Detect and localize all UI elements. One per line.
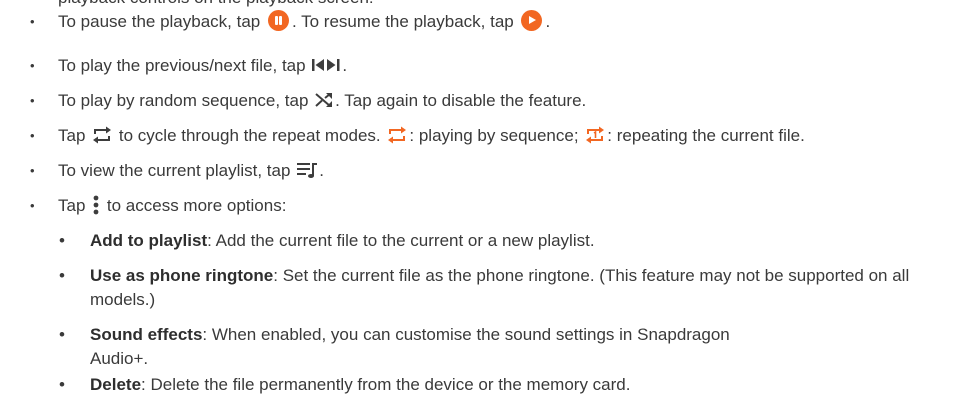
repeat-icon (93, 126, 112, 144)
repeat-icon (388, 126, 407, 144)
bullet: • (30, 58, 35, 73)
item-text: To play by random sequence, tap (58, 91, 309, 110)
play-icon (521, 10, 543, 32)
previous-next-icon (312, 58, 340, 71)
bullet: • (30, 198, 35, 213)
item-text: To play the previous/next file, tap (58, 56, 306, 75)
item-text: . (342, 56, 348, 75)
item-text: . (545, 12, 551, 31)
item-text: . (319, 161, 324, 180)
bullet: • (59, 266, 65, 285)
item-text: to cycle through the repeat modes. (118, 126, 381, 145)
bullet: • (59, 375, 65, 394)
item-text: . Tap again to disable the feature. (335, 91, 587, 110)
more-options-icon (93, 195, 99, 214)
bullet: • (59, 231, 65, 250)
item-text: : repeating the current file. (607, 126, 805, 145)
item-text: To pause the playback, tap (58, 12, 261, 31)
option-term: Delete (90, 375, 142, 394)
item-text: Tap (58, 196, 86, 215)
option-term: Add to playlist (90, 231, 208, 250)
bullet: • (59, 325, 65, 344)
option-term: Sound effects (90, 325, 203, 344)
shuffle-icon (315, 92, 333, 107)
item-text: . To resume the playback, tap (291, 12, 514, 31)
option-desc: : Add the current file to the current or… (207, 231, 595, 250)
repeat-one-icon (586, 126, 605, 144)
bullet: • (30, 128, 35, 143)
cutoff-text: playback controls on the playback screen… (58, 0, 374, 8)
bullet: • (30, 14, 35, 29)
playlist-icon (297, 162, 318, 178)
item-text: To view the current playlist, tap (58, 161, 291, 180)
item-text: Tap (58, 126, 86, 145)
pause-icon (267, 10, 289, 32)
item-text: : playing by sequence; (409, 126, 579, 145)
bullet: • (30, 163, 35, 178)
bullet: • (30, 93, 35, 108)
option-desc: : Delete the file permanently from the d… (141, 375, 631, 394)
item-text: to access more options: (106, 196, 287, 215)
option-term: Use as phone ringtone (90, 266, 274, 285)
